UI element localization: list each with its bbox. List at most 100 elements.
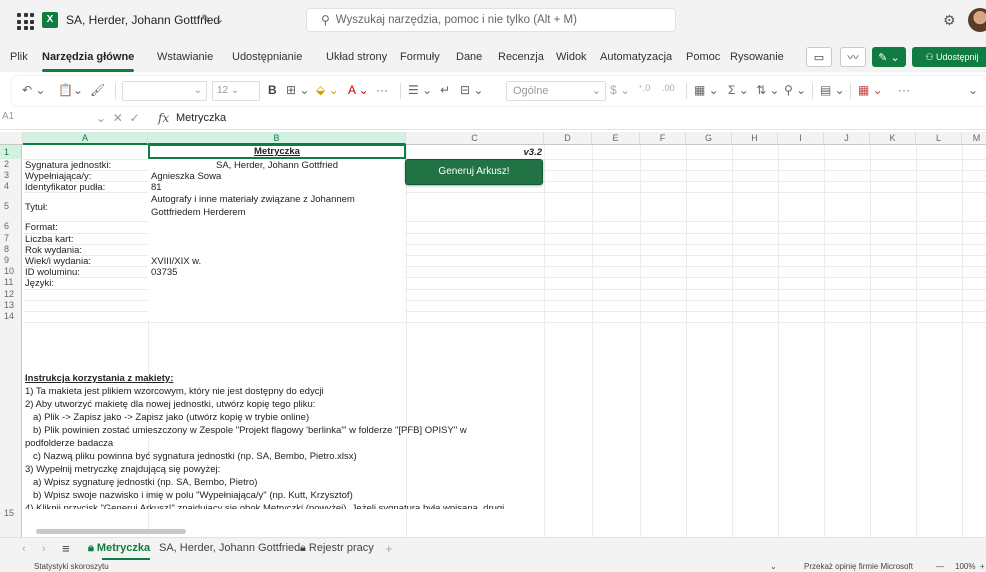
cell-c1-version[interactable]: v3.2 bbox=[490, 147, 543, 158]
tab-rysowanie[interactable]: Rysowanie bbox=[730, 51, 784, 63]
find-icon[interactable]: ⚲ ⌄ bbox=[784, 83, 806, 97]
cell-b4-value[interactable]: 81 bbox=[151, 182, 162, 193]
decrease-decimal-icon[interactable]: .00 bbox=[662, 83, 675, 93]
cell-a2-label[interactable]: Sygnatura jednostki: bbox=[25, 160, 111, 171]
feedback-link[interactable]: Przekaż opinię firmie Microsoft bbox=[804, 562, 913, 571]
spreadsheet-grid[interactable]: A B C D E F G H I J K L M 1 2 3 4 5 6 7 … bbox=[0, 132, 986, 537]
workbook-statistics[interactable]: Statystyki skoroszytu bbox=[34, 562, 109, 571]
column-header[interactable]: A bbox=[23, 132, 148, 145]
sort-filter-icon[interactable]: ⇅ ⌄ bbox=[756, 83, 779, 97]
cell-b5-value-line1[interactable]: Autografy i inne materiały związane z Jo… bbox=[151, 194, 355, 205]
cell-a4-label[interactable]: Identyfikator pudła: bbox=[25, 182, 105, 193]
horizontal-scrollbar[interactable] bbox=[36, 529, 186, 534]
ribbon-expand-chevron-icon[interactable]: ⌄ bbox=[968, 83, 978, 97]
undo-icon[interactable]: ↶ ⌄ bbox=[22, 83, 45, 97]
row-header[interactable]: 15 bbox=[0, 322, 22, 537]
cell-a6-label[interactable]: Format: bbox=[25, 222, 58, 233]
row-header[interactable]: 7 bbox=[0, 233, 22, 244]
wrap-text-icon[interactable]: ↵ bbox=[440, 83, 450, 97]
merge-cells-icon[interactable]: ⊟ ⌄ bbox=[460, 83, 483, 97]
settings-gear-icon[interactable]: ⚙ bbox=[943, 12, 956, 29]
row-header[interactable]: 6 bbox=[0, 221, 22, 233]
formula-cancel-confirm-icons[interactable]: ⌄ ✕ ✓ bbox=[96, 111, 140, 125]
tab-widok[interactable]: Widok bbox=[556, 51, 587, 63]
column-header[interactable]: H bbox=[732, 132, 778, 145]
formula-input[interactable]: Metryczka bbox=[176, 112, 226, 124]
tab-pomoc[interactable]: Pomoc bbox=[686, 51, 720, 63]
next-sheet-chevron-icon[interactable]: › bbox=[42, 543, 46, 555]
cell-b5-value-line2[interactable]: Gottfriedem Herderem bbox=[151, 207, 246, 218]
zoom-out-icon[interactable]: — bbox=[936, 562, 944, 571]
tab-formuly[interactable]: Formuły bbox=[400, 51, 440, 63]
comments-icon[interactable]: ▭ bbox=[806, 47, 832, 67]
cell-b2-value[interactable]: SA, Herder, Johann Gottfried bbox=[148, 160, 406, 171]
column-header[interactable]: C bbox=[406, 132, 544, 145]
column-header[interactable]: J bbox=[824, 132, 870, 145]
more-options-icon[interactable]: ··· bbox=[376, 83, 388, 97]
tab-plik[interactable]: Plik bbox=[10, 51, 28, 63]
activity-icon[interactable]: 〰 bbox=[840, 47, 866, 67]
search-input[interactable]: ⚲ Wyszukaj narzędzia, pomoc i nie tylko … bbox=[306, 8, 676, 32]
cell-a3-label[interactable]: Wypełniająca/y: bbox=[25, 171, 91, 182]
font-family-select[interactable]: ⌄ bbox=[122, 81, 207, 101]
row-header[interactable]: 8 bbox=[0, 244, 22, 255]
row-header[interactable]: 11 bbox=[0, 277, 22, 289]
tab-dane[interactable]: Dane bbox=[456, 51, 482, 63]
chart-icon[interactable]: ▤ ⌄ bbox=[820, 83, 845, 97]
tab-uklad-strony[interactable]: Układ strony bbox=[326, 51, 387, 63]
number-format-select[interactable]: Ogólne ⌄ bbox=[506, 81, 606, 101]
align-icon[interactable]: ☰ ⌄ bbox=[408, 83, 432, 97]
prev-sheet-chevron-icon[interactable]: ‹ bbox=[22, 543, 26, 555]
row-header[interactable]: 2 bbox=[0, 159, 22, 170]
share-button[interactable]: ⚇ Udostępnij bbox=[912, 47, 986, 67]
cell-a9-label[interactable]: Wiek/i wydania: bbox=[25, 256, 91, 267]
conditional-format-icon[interactable]: ▦ ⌄ bbox=[694, 83, 719, 97]
tab-recenzja[interactable]: Recenzja bbox=[498, 51, 544, 63]
row-header[interactable]: 4 bbox=[0, 181, 22, 192]
column-header[interactable]: E bbox=[592, 132, 640, 145]
sheet-tab-herder[interactable]: SA, Herder, Johann Gottfried bbox=[159, 542, 300, 554]
cell-a8-label[interactable]: Rok wydania: bbox=[25, 245, 82, 256]
autosum-icon[interactable]: Σ ⌄ bbox=[728, 83, 749, 97]
row-header[interactable]: 1 bbox=[0, 145, 22, 159]
tab-automatyzacja[interactable]: Automatyzacja bbox=[600, 51, 672, 63]
cell-b1-title[interactable]: Metryczka bbox=[148, 146, 406, 157]
currency-icon[interactable]: $ ⌄ bbox=[610, 83, 630, 97]
zoom-level[interactable]: 100% bbox=[955, 562, 975, 571]
increase-decimal-icon[interactable]: ⁺.0 bbox=[638, 83, 650, 94]
column-header[interactable]: K bbox=[870, 132, 916, 145]
row-header[interactable]: 5 bbox=[0, 192, 22, 221]
insert-function-icon[interactable]: fx bbox=[158, 111, 169, 125]
row-header[interactable]: 10 bbox=[0, 266, 22, 277]
cell-a10-label[interactable]: ID woluminu: bbox=[25, 267, 80, 278]
row-header[interactable]: 9 bbox=[0, 255, 22, 266]
column-header[interactable]: I bbox=[778, 132, 824, 145]
bold-icon[interactable]: B bbox=[268, 83, 277, 97]
cell-a11-label[interactable]: Języki: bbox=[25, 278, 54, 289]
add-sheet-button[interactable]: + bbox=[385, 541, 393, 556]
document-title[interactable]: SA, Herder, Johann Gottfried bbox=[66, 13, 220, 27]
cell-b10-value[interactable]: 03735 bbox=[151, 267, 177, 278]
doc-title-menu-chevron-icon[interactable]: ✎ ⌄ bbox=[201, 12, 224, 26]
format-painter-icon[interactable]: 🖌 bbox=[90, 83, 105, 97]
generate-sheet-button[interactable]: Generuj Arkusz! bbox=[405, 159, 543, 185]
name-box[interactable]: A1 bbox=[2, 111, 62, 122]
more-commands-icon[interactable]: ··· bbox=[898, 83, 910, 97]
row-header[interactable]: 13 bbox=[0, 300, 22, 311]
column-header[interactable]: F bbox=[640, 132, 686, 145]
borders-icon[interactable]: ⊞ ⌄ bbox=[286, 83, 309, 97]
status-chevron-icon[interactable]: ⌄ bbox=[770, 562, 777, 571]
avatar[interactable] bbox=[968, 8, 986, 32]
font-color-icon[interactable]: A ⌄ bbox=[348, 83, 369, 97]
cell-b9-value[interactable]: XVIII/XIX w. bbox=[151, 256, 201, 267]
all-sheets-menu-icon[interactable]: ≡ bbox=[62, 541, 70, 556]
zoom-in-icon[interactable]: + bbox=[980, 562, 985, 571]
editing-mode-icon[interactable]: ✎ ⌄ bbox=[872, 47, 906, 67]
sheet-tab-metryczka[interactable]: 🔒︎ Metryczka bbox=[88, 542, 151, 560]
paste-icon[interactable]: 📋⌄ bbox=[58, 83, 83, 97]
row-header[interactable]: 3 bbox=[0, 170, 22, 181]
row-header[interactable]: 14 bbox=[0, 311, 22, 322]
column-header[interactable]: L bbox=[916, 132, 962, 145]
sheet-tab-rejestr-pracy[interactable]: 🔒︎ Rejestr pracy bbox=[300, 542, 374, 555]
select-all-corner[interactable] bbox=[0, 132, 23, 145]
